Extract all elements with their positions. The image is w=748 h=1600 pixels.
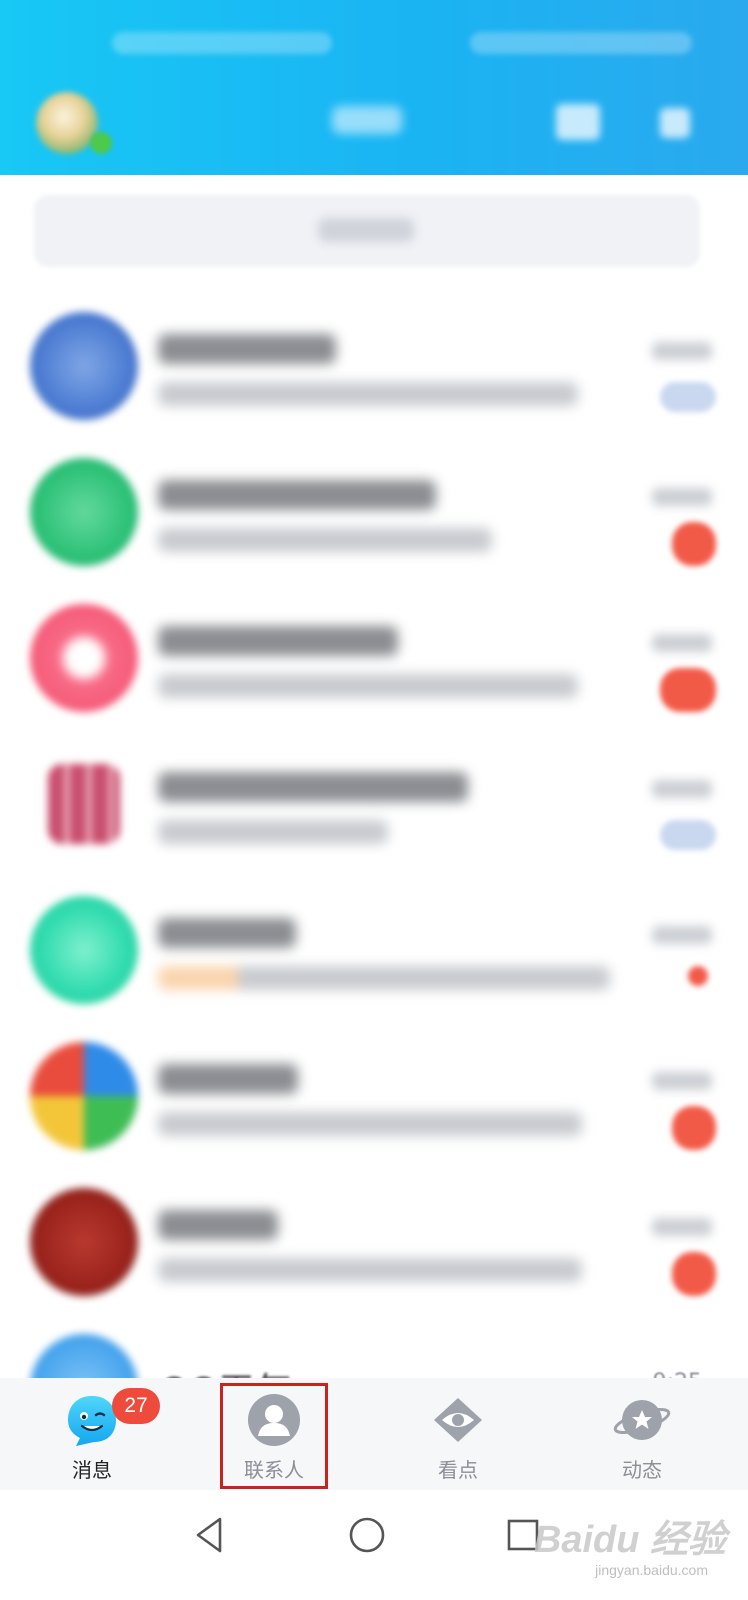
chat-name: [158, 626, 398, 656]
chat-name: [158, 772, 468, 802]
unread-dot: [688, 966, 708, 986]
user-avatar[interactable]: [36, 92, 98, 154]
baidu-watermark: Baidu 经验: [533, 1519, 726, 1561]
tab-label: 联系人: [244, 1458, 304, 1482]
chat-row[interactable]: [0, 582, 748, 728]
chat-list: QQ天气 9:25: [0, 290, 748, 1380]
chat-row[interactable]: [0, 874, 748, 1020]
eye-icon: [434, 1398, 482, 1442]
chat-avatar: [48, 764, 120, 844]
status-bar-right: [470, 32, 692, 54]
watermark-url: jingyan.baidu.com: [595, 1562, 708, 1578]
chat-time: [652, 1218, 712, 1236]
online-status-dot: [90, 132, 112, 154]
chat-avatar: [30, 896, 138, 1004]
unread-count-badge: 27: [112, 1388, 160, 1424]
chat-time: [652, 488, 712, 506]
back-triangle-icon[interactable]: [184, 1510, 234, 1560]
planet-star-icon: [613, 1400, 671, 1440]
chat-status: [660, 820, 716, 850]
add-icon[interactable]: [660, 108, 690, 138]
chat-status: [660, 382, 716, 412]
chat-preview: [158, 1112, 582, 1136]
unread-badge: [660, 668, 716, 712]
chat-time: [652, 634, 712, 652]
chat-name: [158, 334, 336, 364]
chat-name: [158, 918, 296, 948]
chat-preview: [158, 382, 578, 406]
app-header: [0, 0, 748, 175]
chat-avatar: [30, 312, 138, 420]
chat-time: [652, 1072, 712, 1090]
tab-label: 看点: [438, 1458, 478, 1482]
status-bar-left: [112, 32, 332, 54]
contacts-person-icon: [248, 1394, 300, 1446]
tab-contacts[interactable]: 联系人: [214, 1378, 334, 1490]
chat-time: [652, 780, 712, 798]
unread-badge: [672, 1106, 716, 1150]
bottom-nav: 消息 联系人 看点 动态: [0, 1378, 748, 1490]
chat-avatar: [30, 1042, 138, 1150]
chat-time: [652, 926, 712, 944]
chat-preview: [158, 820, 388, 844]
tab-label: 消息: [72, 1458, 112, 1482]
chat-time: [652, 342, 712, 360]
chat-preview: [158, 966, 610, 990]
unread-badge: [672, 522, 716, 566]
tab-kandian[interactable]: 看点: [398, 1378, 518, 1490]
chat-row[interactable]: [0, 436, 748, 582]
home-circle-icon[interactable]: [342, 1510, 392, 1560]
chat-row[interactable]: [0, 1020, 748, 1166]
chat-row[interactable]: [0, 728, 748, 874]
chat-name: [158, 1064, 298, 1094]
unread-badge: [672, 1252, 716, 1296]
header-app-icon[interactable]: [556, 104, 600, 140]
search-placeholder: [318, 218, 414, 242]
chat-preview: [158, 528, 492, 552]
chat-preview: [158, 674, 578, 698]
chat-avatar: [30, 1188, 138, 1296]
chat-avatar: [30, 604, 138, 712]
chat-name: [158, 1210, 278, 1240]
chat-row[interactable]: [0, 290, 748, 436]
chat-row-qq-weather[interactable]: QQ天气 9:25: [0, 1312, 748, 1380]
tab-label: 动态: [622, 1458, 662, 1482]
chat-row[interactable]: [0, 1166, 748, 1312]
chat-preview: [158, 1258, 582, 1282]
chat-name: [158, 480, 436, 510]
tab-moments[interactable]: 动态: [582, 1378, 702, 1490]
header-title: [332, 106, 402, 134]
chat-avatar: [30, 458, 138, 566]
chat-avatar: [30, 1334, 138, 1380]
